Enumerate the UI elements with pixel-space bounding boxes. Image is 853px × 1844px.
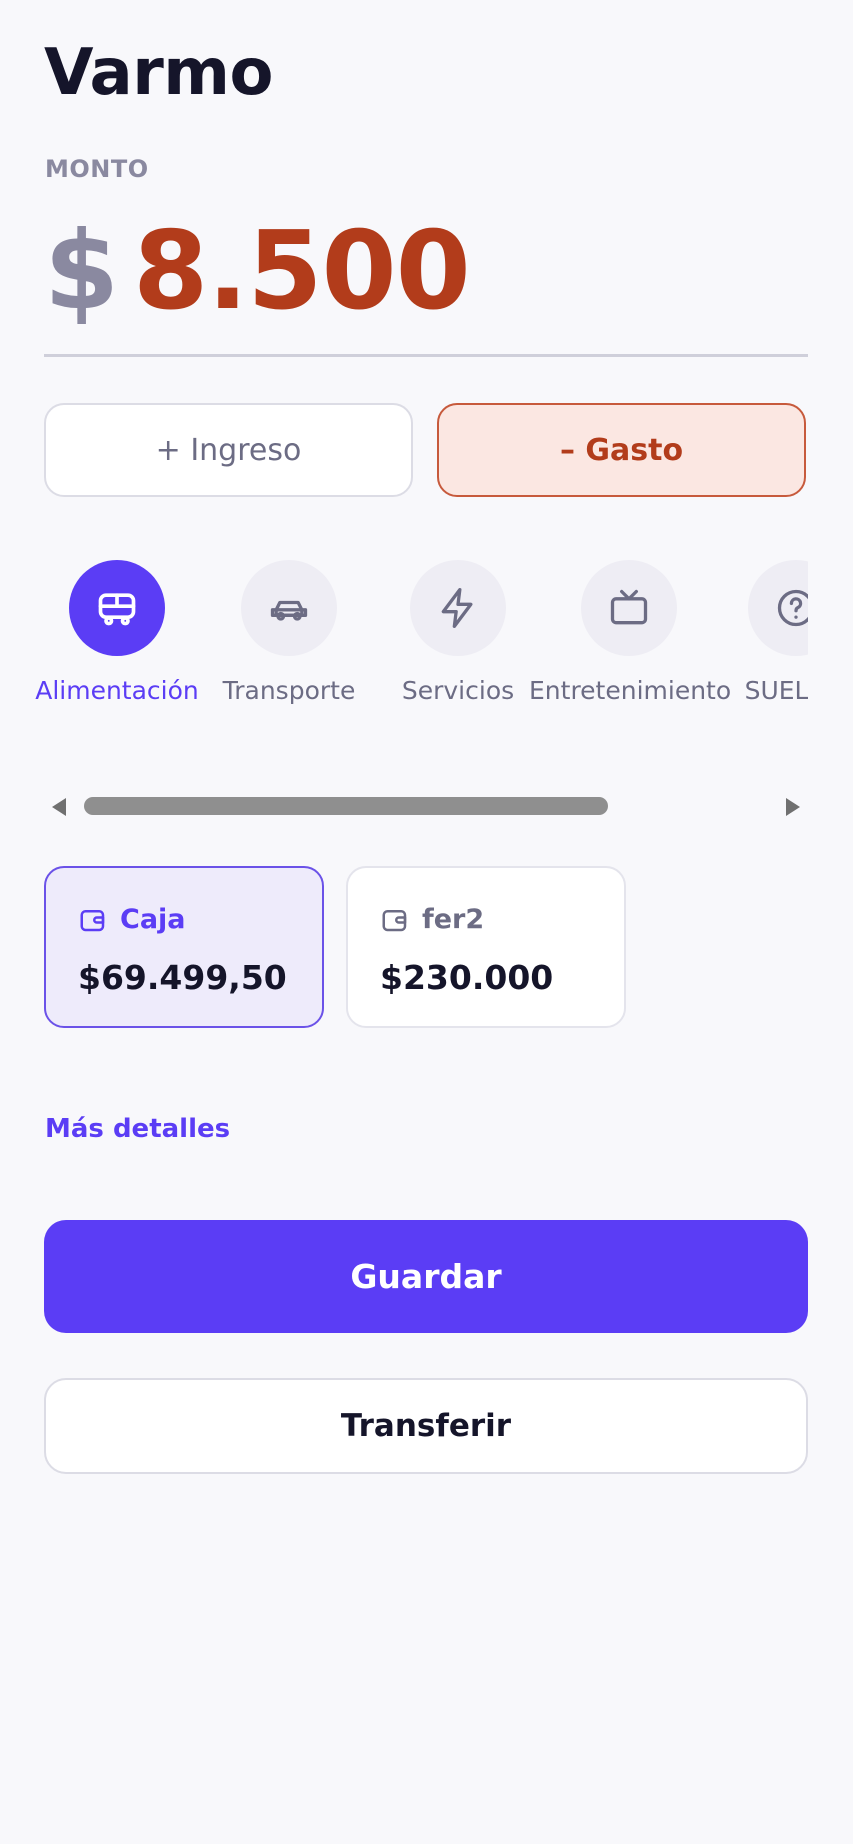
category-item-servicios[interactable]: Servicios (358, 556, 558, 716)
account-name: fer2 (422, 904, 485, 935)
category-circle (241, 560, 337, 656)
category-circle (748, 560, 808, 656)
save-button[interactable]: Guardar (44, 1220, 808, 1333)
account-balance: $69.499,50 (78, 958, 287, 997)
wallet-icon (382, 909, 407, 931)
car-icon (270, 600, 308, 621)
expense-button[interactable]: – Gasto (437, 403, 806, 497)
account-card-caja[interactable]: Caja $69.499,50 (44, 866, 324, 1028)
wallet-icon (80, 909, 105, 931)
transfer-button[interactable]: Transferir (44, 1378, 808, 1474)
category-scrollbar[interactable] (44, 795, 808, 819)
amount-underline (44, 354, 808, 357)
income-button[interactable]: + Ingreso (44, 403, 413, 497)
more-details-link[interactable]: Más detalles (45, 1114, 230, 1144)
app-title: Varmo (44, 36, 273, 110)
scroll-right-arrow-icon[interactable] (786, 798, 800, 816)
amount-value: 8.500 (133, 209, 471, 334)
category-item-sueldo[interactable]: SUELDO (696, 556, 808, 716)
category-carousel: Alimentación Transporte Servicios Entret… (0, 556, 808, 716)
currency-symbol: $ (44, 209, 120, 334)
account-card-fer2[interactable]: fer2 $230.000 (346, 866, 626, 1028)
category-circle (581, 560, 677, 656)
account-name: Caja (120, 904, 186, 935)
category-item-alimentacion[interactable]: Alimentación (17, 556, 217, 716)
category-label: SUELDO (744, 676, 808, 705)
category-circle (69, 560, 165, 656)
account-balance: $230.000 (380, 958, 554, 997)
question-icon (777, 589, 808, 627)
scrollbar-thumb[interactable] (84, 797, 608, 815)
tv-icon (610, 589, 648, 625)
scroll-left-arrow-icon[interactable] (52, 798, 66, 816)
lightning-icon (441, 588, 473, 628)
category-circle (410, 560, 506, 656)
amount-display[interactable]: $ 8.500 (44, 209, 471, 334)
amount-label: MONTO (45, 155, 149, 183)
category-label: Servicios (401, 676, 515, 705)
bus-icon (98, 593, 136, 626)
category-label: Alimentación (35, 676, 199, 705)
